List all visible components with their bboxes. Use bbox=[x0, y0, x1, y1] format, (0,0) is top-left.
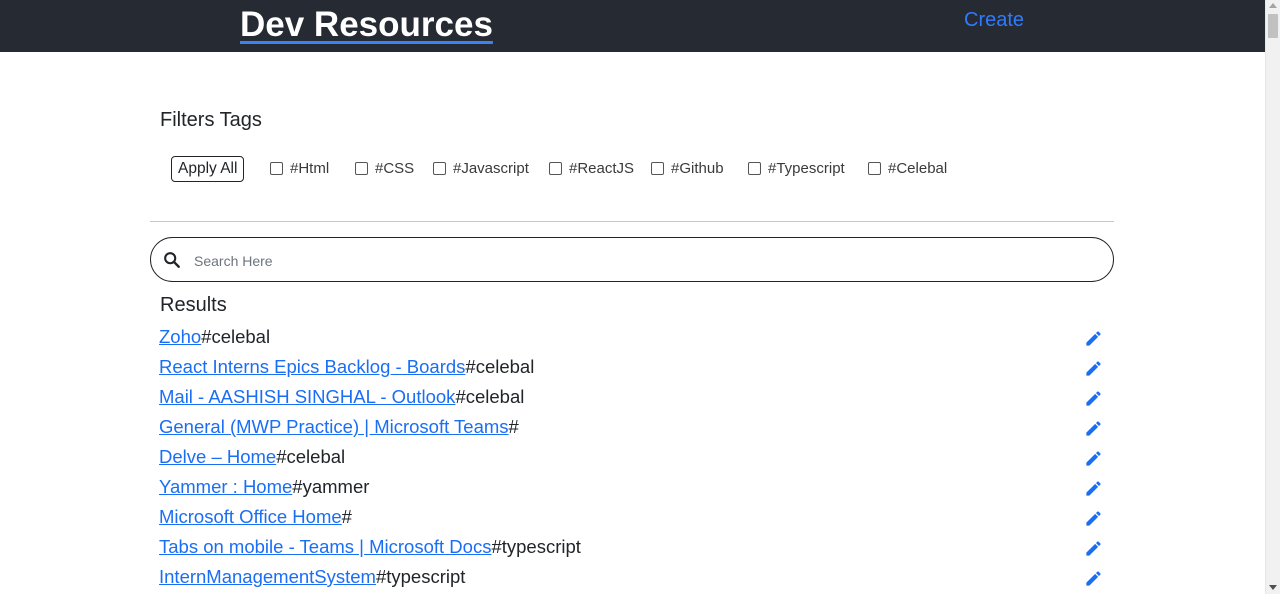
tag-checkbox-typescript[interactable]: #Typescript bbox=[748, 159, 845, 177]
result-link[interactable]: Tabs on mobile - Teams | Microsoft Docs bbox=[159, 536, 491, 557]
result-item: Tabs on mobile - Teams | Microsoft Docs#… bbox=[159, 535, 581, 559]
result-item: Microsoft Office Home# bbox=[159, 505, 352, 529]
apply-all-button[interactable]: Apply All bbox=[171, 156, 245, 182]
result-tag: # bbox=[508, 416, 519, 437]
pencil-icon[interactable] bbox=[1084, 359, 1103, 378]
scroll-down-arrow-icon[interactable] bbox=[1269, 585, 1277, 590]
tag-checkbox-github[interactable]: #Github bbox=[651, 159, 724, 177]
result-tag: #celebal bbox=[276, 446, 346, 467]
result-tag: #typescript bbox=[375, 566, 466, 587]
checkbox[interactable] bbox=[355, 161, 368, 175]
result-link[interactable]: Mail - AASHISH SINGHAL - Outlook bbox=[159, 386, 455, 407]
result-item: Zoho#celebal bbox=[159, 325, 270, 349]
result-link[interactable]: Zoho bbox=[159, 326, 201, 347]
result-item: Yammer : Home#yammer bbox=[159, 475, 369, 499]
brand-title[interactable]: Dev Resources bbox=[240, 4, 493, 46]
result-link[interactable]: Yammer : Home bbox=[159, 476, 292, 497]
scroll-thumb[interactable] bbox=[1268, 14, 1278, 38]
search-icon bbox=[164, 252, 180, 268]
result-tag: # bbox=[341, 506, 352, 527]
result-link[interactable]: Delve – Home bbox=[159, 446, 276, 467]
result-tag: #celebal bbox=[455, 386, 525, 407]
create-link[interactable]: Create bbox=[964, 8, 1024, 32]
filters-title: Filters Tags bbox=[160, 109, 262, 131]
result-item: InternManagementSystem#typescript bbox=[159, 565, 465, 589]
result-item: Delve – Home#celebal bbox=[159, 445, 345, 469]
pencil-icon[interactable] bbox=[1084, 509, 1103, 528]
tag-label: #ReactJS bbox=[569, 159, 635, 177]
navbar: Dev Resources Create bbox=[0, 0, 1265, 52]
result-tag: #yammer bbox=[292, 476, 370, 497]
result-item: General (MWP Practice) | Microsoft Teams… bbox=[159, 415, 519, 439]
tag-checkbox-css[interactable]: #CSS bbox=[355, 159, 414, 177]
tag-checkbox-celebal[interactable]: #Celebal bbox=[868, 159, 947, 177]
tag-label: #Javascript bbox=[453, 159, 529, 177]
results-title: Results bbox=[160, 294, 227, 316]
checkbox[interactable] bbox=[270, 161, 283, 175]
checkbox[interactable] bbox=[748, 161, 761, 175]
result-link[interactable]: Microsoft Office Home bbox=[159, 506, 342, 527]
tag-label: #CSS bbox=[375, 159, 415, 177]
checkbox[interactable] bbox=[549, 161, 562, 175]
tag-label: #Typescript bbox=[768, 159, 845, 177]
tag-label: #Github bbox=[671, 159, 724, 177]
tag-checkbox-javascript[interactable]: #Javascript bbox=[433, 159, 529, 177]
result-tag: #celebal bbox=[201, 326, 271, 347]
tag-label: #Celebal bbox=[888, 159, 948, 177]
result-link[interactable]: React Interns Epics Backlog - Boards bbox=[159, 356, 465, 377]
tag-checkbox-reactjs[interactable]: #ReactJS bbox=[549, 159, 634, 177]
result-item: React Interns Epics Backlog - Boards#cel… bbox=[159, 355, 534, 379]
tag-label: #Html bbox=[290, 159, 330, 177]
pencil-icon[interactable] bbox=[1084, 479, 1103, 498]
search-input[interactable] bbox=[192, 249, 1096, 273]
result-tag: #typescript bbox=[491, 536, 581, 557]
pencil-icon[interactable] bbox=[1084, 569, 1103, 588]
pencil-icon[interactable] bbox=[1084, 329, 1103, 348]
scroll-up-arrow-icon[interactable] bbox=[1269, 3, 1277, 8]
tag-checkbox-html[interactable]: #Html bbox=[270, 159, 329, 177]
pencil-icon[interactable] bbox=[1084, 539, 1103, 558]
checkbox[interactable] bbox=[651, 161, 664, 175]
pencil-icon[interactable] bbox=[1084, 419, 1103, 438]
page-scrollbar[interactable] bbox=[1265, 0, 1280, 594]
checkbox[interactable] bbox=[868, 161, 881, 175]
pencil-icon[interactable] bbox=[1084, 449, 1103, 468]
result-item: Mail - AASHISH SINGHAL - Outlook#celebal bbox=[159, 385, 524, 409]
result-tag: #celebal bbox=[465, 356, 535, 377]
result-link[interactable]: General (MWP Practice) | Microsoft Teams bbox=[159, 416, 509, 437]
result-link[interactable]: InternManagementSystem bbox=[159, 566, 376, 587]
checkbox[interactable] bbox=[433, 161, 446, 175]
divider bbox=[150, 221, 1114, 222]
pencil-icon[interactable] bbox=[1084, 389, 1103, 408]
